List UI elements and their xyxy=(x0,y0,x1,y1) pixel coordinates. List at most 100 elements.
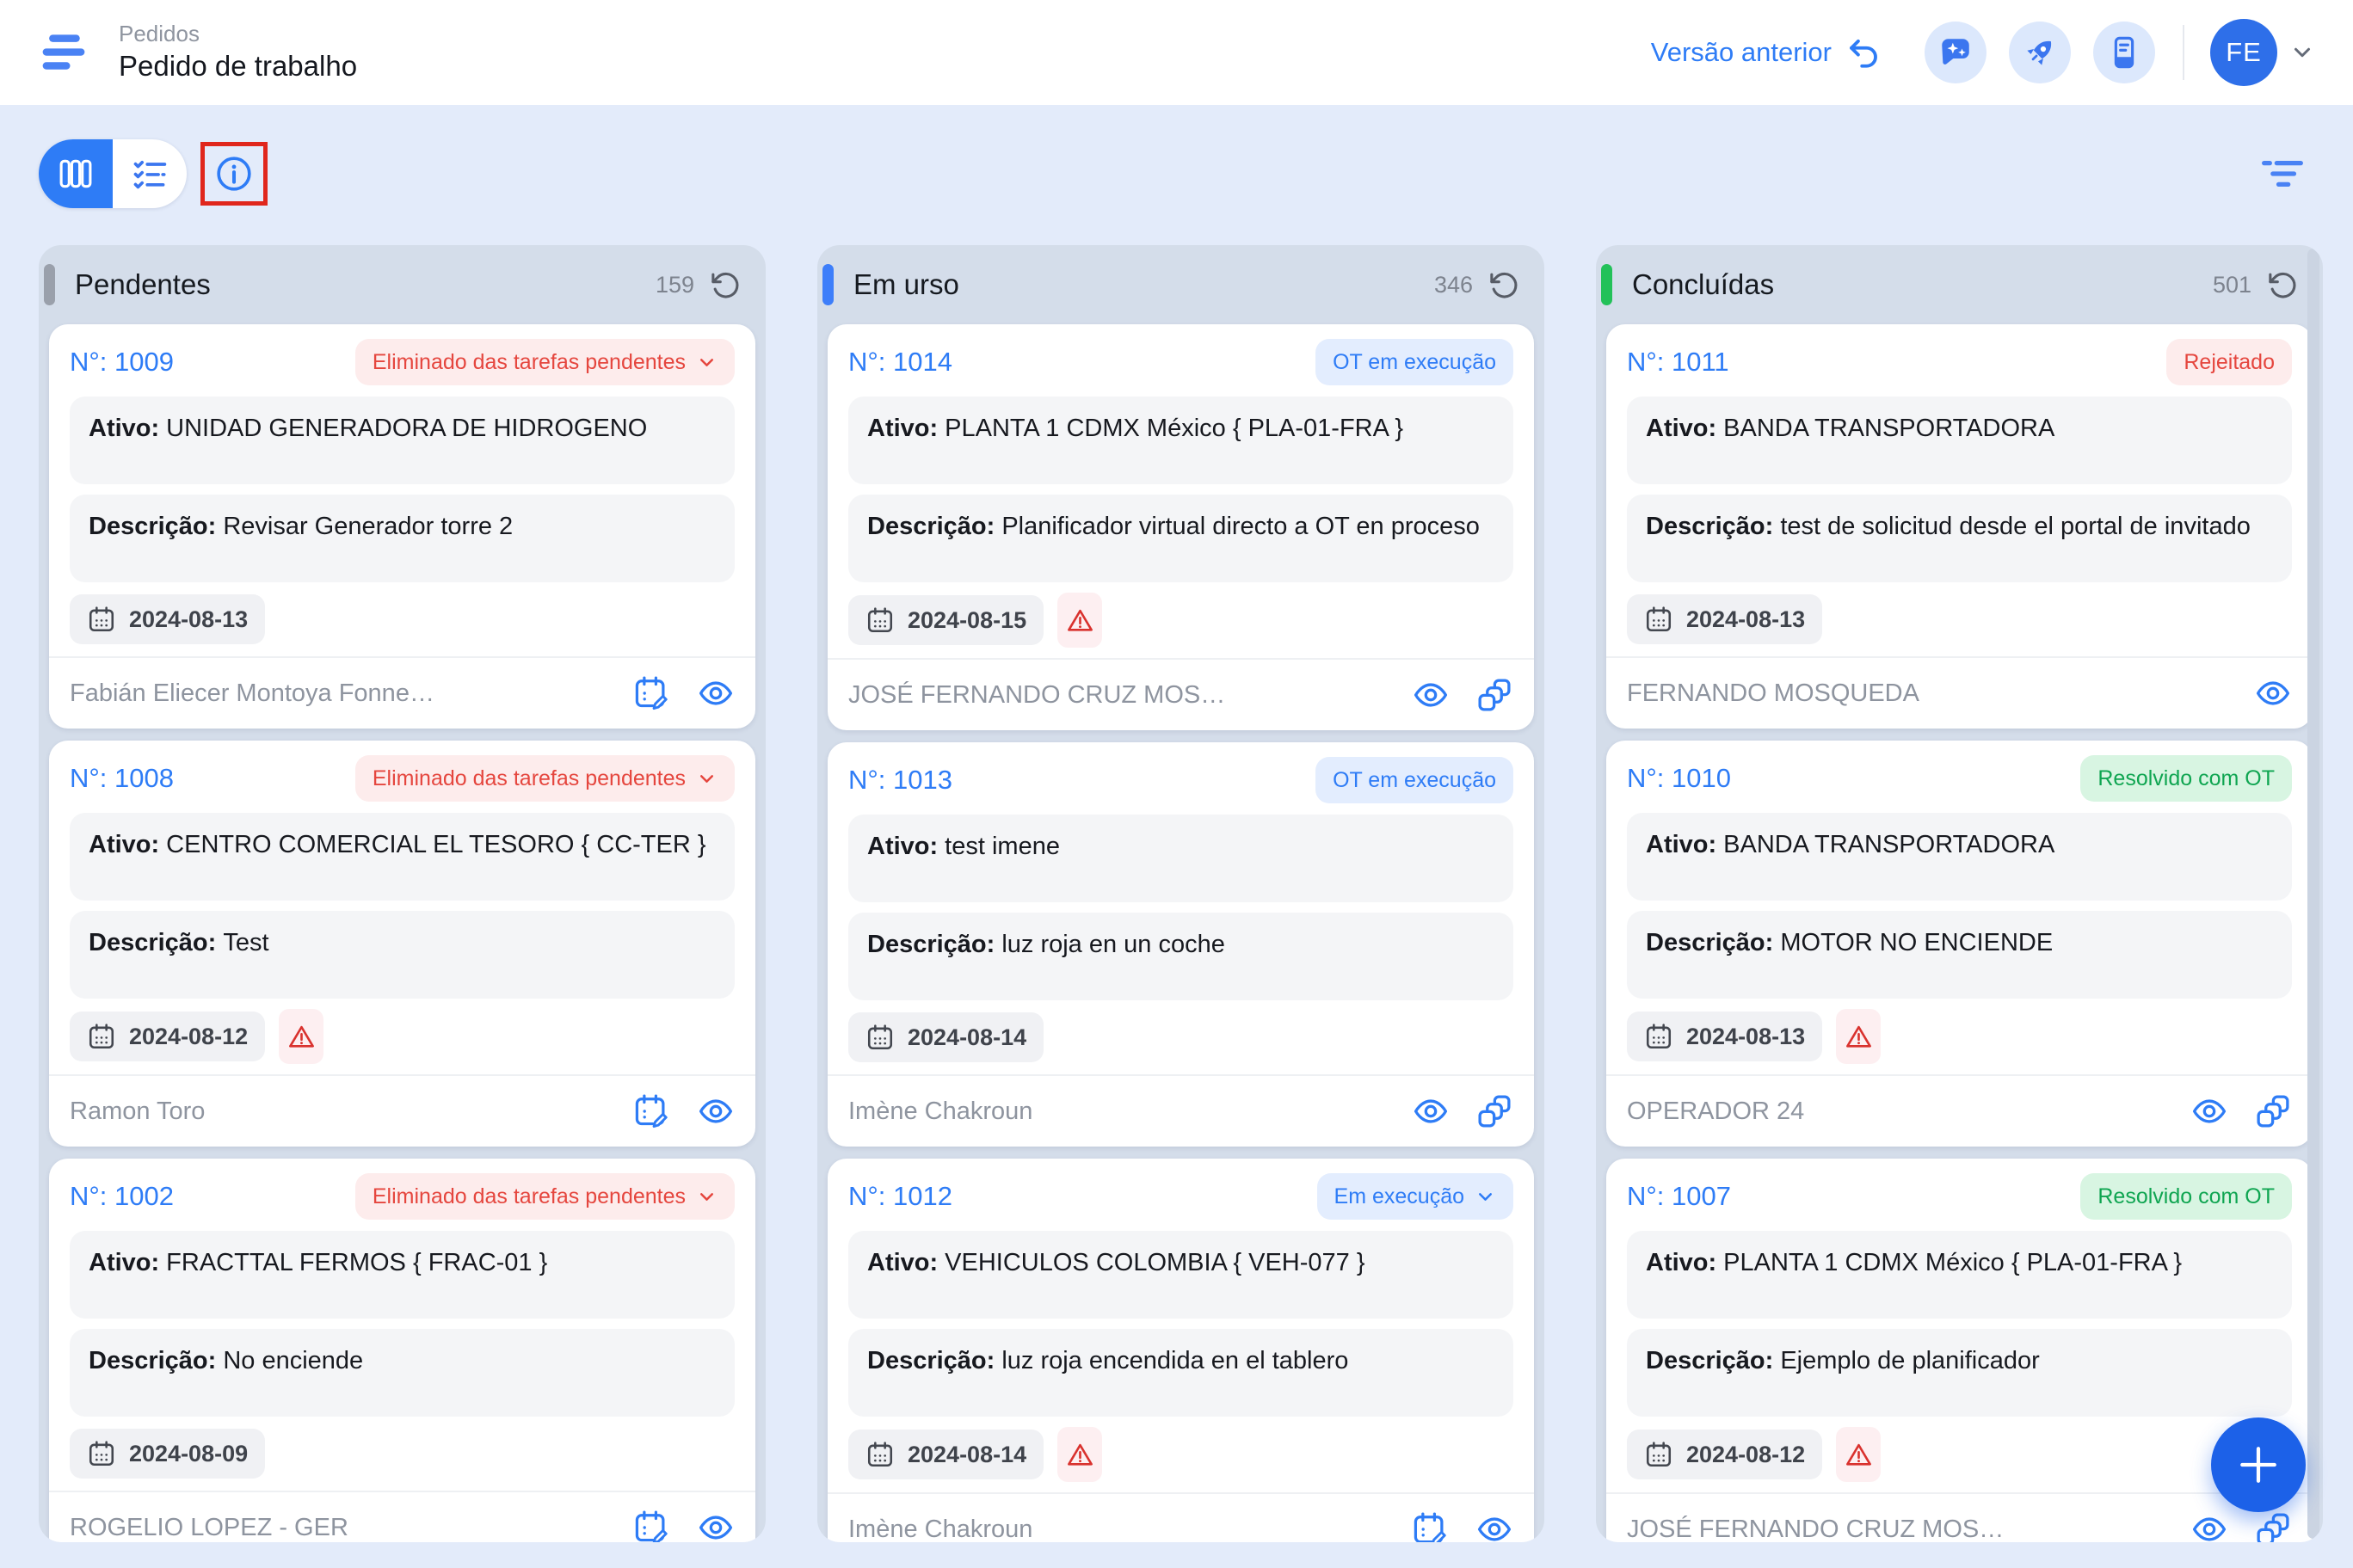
calendar-icon xyxy=(87,1022,116,1051)
description-label: Descrição: xyxy=(1646,513,1774,540)
work-order-card[interactable]: N°: 1009 Eliminado das tarefas pendentes… xyxy=(49,324,755,729)
column-title: Concluídas xyxy=(1632,268,1775,300)
asset-field: Ativo: test imene xyxy=(848,815,1513,902)
work-order-card[interactable]: N°: 1014 OT em execução Ativo: PLANTA 1 C… xyxy=(828,324,1534,730)
asset-field: Ativo: PLANTA 1 CDMX México { PLA-01-FRA … xyxy=(1627,1231,2292,1319)
eye-icon[interactable] xyxy=(2190,1092,2228,1130)
work-order-card[interactable]: N°: 1012 Em execução Ativo: VEHICULOS COL… xyxy=(828,1159,1534,1542)
work-order-card[interactable]: N°: 1008 Eliminado das tarefas pendentes… xyxy=(49,741,755,1147)
card-footer: Imène Chakroun xyxy=(828,1492,1534,1542)
work-order-number[interactable]: N°: 1009 xyxy=(70,347,174,378)
asset-value: PLANTA 1 CDMX México { PLA-01-FRA } xyxy=(945,415,1404,442)
work-order-number[interactable]: N°: 1010 xyxy=(1627,763,1731,794)
avatar-menu-chevron[interactable] xyxy=(2289,40,2315,65)
description-value: No enciende xyxy=(223,1347,364,1374)
warning-icon xyxy=(1844,1440,1874,1470)
refresh-button[interactable] xyxy=(710,269,742,301)
asset-label: Ativo: xyxy=(89,1249,160,1276)
eye-icon[interactable] xyxy=(1412,1092,1450,1130)
work-order-card[interactable]: N°: 1002 Eliminado das tarefas pendentes… xyxy=(49,1159,755,1542)
work-order-number[interactable]: N°: 1007 xyxy=(1627,1181,1731,1212)
card-actions xyxy=(2190,1092,2292,1130)
refresh-button[interactable] xyxy=(1488,269,1520,301)
work-order-number[interactable]: N°: 1011 xyxy=(1627,347,1729,378)
header-actions: Versão anterior FE xyxy=(1651,19,2315,86)
work-order-number[interactable]: N°: 1013 xyxy=(848,765,952,796)
kanban-icon xyxy=(57,155,95,193)
avatar[interactable]: FE xyxy=(2210,19,2277,86)
header-divider xyxy=(2183,25,2184,80)
warning-icon xyxy=(1065,1440,1095,1470)
asset-label: Ativo: xyxy=(89,831,160,858)
list-view-button[interactable] xyxy=(113,139,187,208)
date-row: 2024-08-12 xyxy=(70,1009,735,1064)
date-value: 2024-08-09 xyxy=(129,1440,249,1467)
work-order-number[interactable]: N°: 1008 xyxy=(70,763,174,794)
status-badge[interactable]: Eliminado das tarefas pendentes xyxy=(354,339,735,385)
asset-label: Ativo: xyxy=(867,415,939,442)
breadcrumb: Pedidos xyxy=(119,21,200,47)
status-badge[interactable]: OT em execução xyxy=(1315,757,1513,803)
ai-assistant-button[interactable] xyxy=(1925,22,1986,83)
date-pill: 2024-08-14 xyxy=(848,1430,1044,1479)
card-footer: Imène Chakroun xyxy=(828,1074,1534,1147)
work-order-number[interactable]: N°: 1002 xyxy=(70,1181,174,1212)
column-scrollbar[interactable] xyxy=(2307,249,2319,1539)
asset-label: Ativo: xyxy=(1646,831,1717,858)
date-row: 2024-08-13 xyxy=(1627,593,2292,646)
work-order-card[interactable]: N°: 1007 Resolvido com OT Ativo: PLANTA 1… xyxy=(1606,1159,2313,1542)
work-order-card[interactable]: N°: 1010 Resolvido com OT Ativo: BANDA TR… xyxy=(1606,741,2313,1147)
link-copies-icon[interactable] xyxy=(2254,1510,2292,1542)
eye-icon[interactable] xyxy=(1412,676,1450,714)
status-badge[interactable]: Eliminado das tarefas pendentes xyxy=(354,755,735,802)
eye-icon[interactable] xyxy=(697,1092,735,1130)
column-accent-bar xyxy=(44,264,55,305)
previous-version-link[interactable]: Versão anterior xyxy=(1651,34,1882,71)
work-order-card[interactable]: N°: 1013 OT em execução Ativo: test imene… xyxy=(828,742,1534,1147)
calendar-edit-icon[interactable] xyxy=(633,674,671,712)
eye-icon[interactable] xyxy=(697,1509,735,1542)
filter-button[interactable] xyxy=(2259,151,2306,197)
description-value: Ejemplo de planificador xyxy=(1780,1347,2040,1374)
calendar-edit-icon[interactable] xyxy=(633,1092,671,1130)
status-badge[interactable]: Resolvido com OT xyxy=(2080,1173,2292,1220)
column-header: Pendentes 159 xyxy=(39,245,766,324)
work-order-number[interactable]: N°: 1012 xyxy=(848,1181,952,1212)
link-copies-icon[interactable] xyxy=(2254,1092,2292,1130)
hamburger-menu-icon[interactable] xyxy=(38,31,89,74)
info-button[interactable] xyxy=(214,154,254,194)
date-value: 2024-08-14 xyxy=(908,1441,1027,1467)
rocket-button[interactable] xyxy=(2009,22,2071,83)
work-order-number[interactable]: N°: 1014 xyxy=(848,347,952,378)
refresh-icon xyxy=(2267,269,2299,301)
date-pill: 2024-08-13 xyxy=(70,594,266,644)
asset-field: Ativo: CENTRO COMERCIAL EL TESORO { CC-TE… xyxy=(70,813,735,901)
asset-value: BANDA TRANSPORTADORA xyxy=(1723,415,2055,442)
link-copies-icon[interactable] xyxy=(1475,1092,1513,1130)
eye-icon[interactable] xyxy=(2254,674,2292,712)
card-actions xyxy=(1412,676,1513,714)
eye-icon[interactable] xyxy=(1475,1510,1513,1542)
eye-icon[interactable] xyxy=(697,674,735,712)
work-order-card[interactable]: N°: 1011 Rejeitado Ativo: BANDA TRANSPORT… xyxy=(1606,324,2313,729)
column-title: Pendentes xyxy=(75,268,211,300)
calendar-edit-icon[interactable] xyxy=(1412,1510,1450,1542)
warning-icon xyxy=(1844,1022,1874,1052)
description-field: Descrição: luz roja encendida en el table… xyxy=(848,1329,1513,1417)
status-badge[interactable]: Resolvido com OT xyxy=(2080,755,2292,802)
status-badge[interactable]: Em execução xyxy=(1316,1173,1513,1220)
description-label: Descrição: xyxy=(1646,929,1774,956)
add-work-order-button[interactable] xyxy=(2211,1417,2306,1512)
status-badge[interactable]: Eliminado das tarefas pendentes xyxy=(354,1173,735,1220)
whats-new-button[interactable] xyxy=(2093,22,2155,83)
refresh-button[interactable] xyxy=(2267,269,2299,301)
status-badge[interactable]: OT em execução xyxy=(1315,339,1513,385)
status-badge[interactable]: Rejeitado xyxy=(2166,339,2292,385)
calendar-icon xyxy=(1644,605,1673,634)
status-badge-label: Resolvido com OT xyxy=(2097,766,2275,790)
assignee-name: OPERADOR 24 xyxy=(1627,1097,1805,1125)
link-copies-icon[interactable] xyxy=(1475,676,1513,714)
eye-icon[interactable] xyxy=(2190,1510,2228,1542)
kanban-view-button[interactable] xyxy=(39,139,113,208)
calendar-edit-icon[interactable] xyxy=(633,1509,671,1542)
